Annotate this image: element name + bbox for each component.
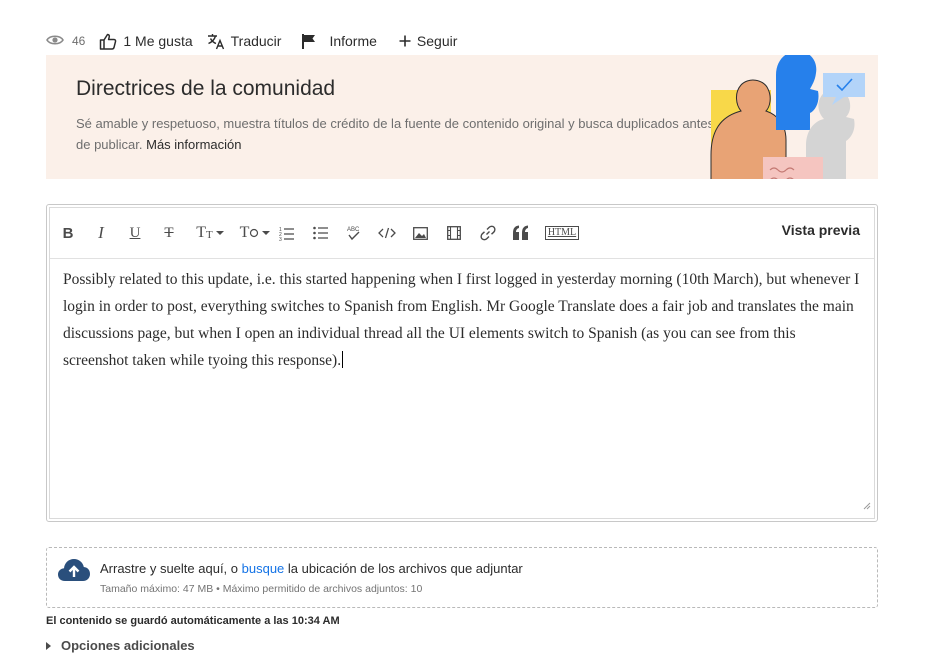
cloud-upload-icon[interactable] bbox=[57, 557, 91, 588]
font-size-dropdown[interactable]: T T bbox=[195, 222, 225, 244]
html-source-button[interactable]: HTML bbox=[544, 222, 580, 244]
editor-frame: B I U T T T T 123 ABC HTML Vista previa … bbox=[49, 207, 875, 519]
bulleted-list-icon bbox=[312, 226, 328, 240]
upload-limits: Tamaño máximo: 47 MB • Máximo permitido … bbox=[100, 583, 423, 595]
font-size-small-icon: T bbox=[206, 229, 213, 241]
link-icon bbox=[480, 225, 496, 241]
film-icon bbox=[447, 226, 461, 240]
chevron-down-icon bbox=[215, 231, 224, 235]
bold-button[interactable]: B bbox=[60, 222, 76, 244]
additional-options-label: Opciones adicionales bbox=[61, 638, 195, 653]
translate-button[interactable]: Traducir bbox=[207, 33, 282, 50]
additional-options-toggle[interactable]: Opciones adicionales bbox=[46, 638, 195, 653]
italic-button[interactable]: I bbox=[95, 222, 107, 244]
spellcheck-button[interactable]: ABC bbox=[345, 222, 361, 244]
plus-icon bbox=[399, 35, 411, 47]
text-style-dropdown[interactable]: T bbox=[239, 222, 271, 244]
banner-text: Sé amable y respetuoso, muestra títulos … bbox=[76, 113, 716, 155]
message-body-input[interactable]: Possibly related to this update, i.e. th… bbox=[63, 266, 863, 374]
more-info-link[interactable]: Más información bbox=[146, 137, 241, 152]
like-label: 1 Me gusta bbox=[123, 33, 193, 49]
code-icon bbox=[378, 227, 396, 239]
thumbs-up-icon bbox=[99, 33, 117, 50]
banner-title: Directrices de la comunidad bbox=[76, 77, 336, 100]
html-label: HTML bbox=[544, 226, 580, 240]
upload-text-after: la ubicación de los archivos que adjunta… bbox=[284, 561, 523, 576]
community-illustration bbox=[706, 55, 878, 179]
translate-label: Traducir bbox=[230, 33, 282, 49]
post-actions-bar: 46 1 Me gusta Traducir Informe Seguir bbox=[46, 30, 471, 52]
chevron-down-icon bbox=[262, 231, 271, 235]
text-style-label: T bbox=[239, 224, 250, 241]
preview-toggle[interactable]: Vista previa bbox=[782, 222, 860, 238]
quote-icon bbox=[512, 225, 530, 241]
community-guidelines-banner: Directrices de la comunidad Sé amable y … bbox=[46, 55, 878, 179]
insert-link-button[interactable] bbox=[480, 222, 496, 244]
insert-image-button[interactable] bbox=[412, 222, 428, 244]
translate-icon bbox=[207, 33, 225, 50]
svg-text:3: 3 bbox=[279, 237, 282, 241]
upload-text-before: Arrastre y suelte aquí, o bbox=[100, 561, 242, 576]
upload-instructions: Arrastre y suelte aquí, o busque la ubic… bbox=[100, 561, 523, 576]
text-caret bbox=[342, 351, 344, 368]
eye-icon bbox=[46, 33, 64, 49]
views-count: 46 bbox=[72, 34, 86, 48]
font-size-label: T bbox=[196, 224, 207, 241]
underline-button[interactable]: U bbox=[128, 222, 142, 244]
editor-toolbar: B I U T T T T 123 ABC HTML Vista previa bbox=[50, 208, 874, 259]
reply-editor: B I U T T T T 123 ABC HTML Vista previa … bbox=[46, 204, 878, 522]
strikethrough-button[interactable]: T bbox=[162, 222, 176, 244]
browse-files-link[interactable]: busque bbox=[242, 561, 285, 576]
numbered-list-icon: 123 bbox=[279, 226, 294, 241]
quote-button[interactable] bbox=[511, 222, 531, 244]
code-button[interactable] bbox=[378, 222, 396, 244]
message-body-text: Possibly related to this update, i.e. th… bbox=[63, 271, 860, 369]
attachment-dropzone[interactable]: Arrastre y suelte aquí, o busque la ubic… bbox=[46, 547, 878, 608]
like-button[interactable]: 1 Me gusta bbox=[99, 33, 193, 50]
caret-right-icon bbox=[46, 641, 51, 650]
follow-label: Seguir bbox=[416, 33, 458, 49]
flag-icon bbox=[301, 33, 317, 50]
spellcheck-icon: ABC bbox=[346, 225, 361, 241]
autosave-status: El contenido se guardó automáticamente a… bbox=[46, 615, 340, 627]
brush-icon bbox=[249, 228, 259, 238]
image-icon bbox=[412, 226, 428, 240]
insert-video-button[interactable] bbox=[446, 222, 462, 244]
follow-button[interactable]: Seguir bbox=[399, 33, 457, 49]
report-button[interactable]: Informe bbox=[301, 33, 377, 50]
report-label: Informe bbox=[329, 33, 377, 49]
numbered-list-button[interactable]: 123 bbox=[278, 222, 294, 244]
resize-handle[interactable] bbox=[862, 497, 871, 515]
bulleted-list-button[interactable] bbox=[312, 222, 328, 244]
